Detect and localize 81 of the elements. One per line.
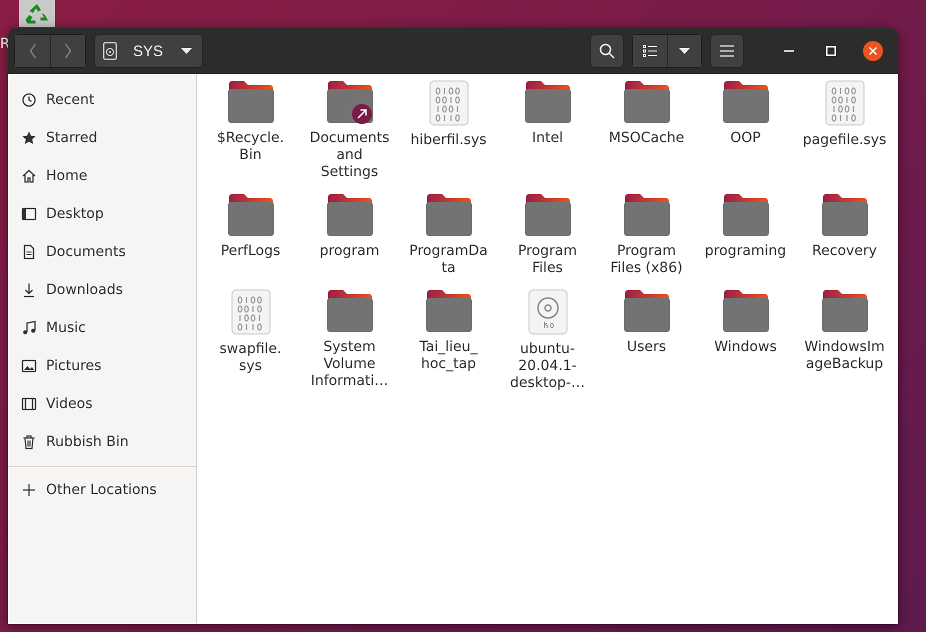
- sidebar-item[interactable]: Recent: [8, 81, 196, 119]
- trash-icon: [21, 434, 37, 450]
- file-name[interactable]: programing: [704, 243, 786, 260]
- star-icon: [21, 130, 37, 146]
- document-icon: [21, 244, 37, 260]
- folder-shortcut-icon: [326, 80, 374, 124]
- minimize-icon: [784, 50, 794, 52]
- maximize-icon: [826, 46, 836, 56]
- view-options-button[interactable]: [667, 35, 701, 67]
- file-name[interactable]: program: [320, 243, 380, 260]
- dropdown-icon: [181, 48, 192, 54]
- file-name[interactable]: Program Files (x86): [610, 243, 683, 277]
- music-icon: [21, 320, 37, 336]
- folder-icon: [226, 80, 274, 124]
- sidebar-item[interactable]: Videos: [8, 385, 196, 423]
- search-button[interactable]: [590, 34, 624, 68]
- folder-icon: [226, 193, 274, 237]
- chevron-right-icon: [64, 43, 72, 59]
- disc-image-icon: [528, 289, 568, 335]
- search-icon: [599, 43, 615, 59]
- sidebar-item[interactable]: Desktop: [8, 195, 196, 233]
- folder-icon: [524, 80, 572, 124]
- file-name[interactable]: ubuntu- 20.04.1- desktop-…: [510, 341, 585, 392]
- folder-icon: [424, 289, 472, 333]
- sidebar-item[interactable]: Pictures: [8, 347, 196, 385]
- file-name[interactable]: System Volume Informati…: [310, 339, 388, 390]
- binary-file-icon: [824, 80, 864, 126]
- file-name[interactable]: Intel: [532, 130, 563, 147]
- folder-icon: [722, 289, 770, 333]
- list-icon: [643, 45, 657, 57]
- recycle-icon[interactable]: [19, 0, 55, 27]
- drive-icon: [103, 42, 117, 60]
- folder-icon: [722, 80, 770, 124]
- sidebar-item[interactable]: Music: [8, 309, 196, 347]
- file-name[interactable]: PerfLogs: [220, 243, 280, 260]
- file-name[interactable]: OOP: [730, 130, 761, 147]
- file-name[interactable]: MSOCache: [608, 130, 684, 147]
- desktop-icon-label: R: [0, 36, 10, 52]
- file-name[interactable]: ProgramDa ta: [409, 243, 488, 277]
- sidebar-item[interactable]: Downloads: [8, 271, 196, 309]
- folder-icon: [524, 193, 572, 237]
- folder-icon: [424, 193, 472, 237]
- menu-button[interactable]: [710, 34, 744, 68]
- sidebar-item[interactable]: Home: [8, 157, 196, 195]
- plus-icon: [21, 482, 37, 498]
- clock-icon: [21, 92, 37, 108]
- location-button[interactable]: SYS: [94, 34, 204, 68]
- close-icon: [863, 41, 883, 61]
- menu-icon: [720, 45, 734, 57]
- sidebar-item[interactable]: Starred: [8, 119, 196, 157]
- file-name[interactable]: $Recycle. Bin: [216, 130, 284, 164]
- folder-icon: [820, 193, 868, 237]
- folder-icon: [326, 193, 374, 237]
- file-name[interactable]: hiberfil.sys: [410, 132, 487, 149]
- binary-file-icon: [230, 289, 270, 335]
- chevron-left-icon: [28, 43, 36, 59]
- file-name[interactable]: swapfile. sys: [220, 341, 282, 375]
- file-name[interactable]: Windows: [714, 339, 777, 356]
- file-name[interactable]: Documents and Settings: [310, 130, 390, 181]
- binary-file-icon: [428, 80, 468, 126]
- folder-icon: [622, 289, 670, 333]
- video-icon: [21, 396, 37, 412]
- sidebar-item[interactable]: Documents: [8, 233, 196, 271]
- file-name[interactable]: Recovery: [812, 243, 877, 260]
- sidebar-item[interactable]: Other Locations: [8, 471, 196, 509]
- folder-icon: [820, 289, 868, 333]
- file-name[interactable]: Tai_lieu_ hoc_tap: [420, 339, 478, 373]
- picture-icon: [21, 358, 37, 374]
- home-icon: [21, 168, 37, 184]
- file-name[interactable]: Users: [626, 339, 666, 356]
- folder-icon: [326, 289, 374, 333]
- folder-icon: [622, 193, 670, 237]
- folder-icon: [622, 80, 670, 124]
- file-name[interactable]: pagefile.sys: [802, 132, 886, 149]
- file-name[interactable]: WindowsIm ageBackup: [804, 339, 885, 373]
- file-name[interactable]: Program Files: [518, 243, 578, 277]
- desktop-icon: [21, 206, 37, 222]
- sidebar-item[interactable]: Rubbish Bin: [8, 423, 196, 461]
- download-icon: [21, 282, 37, 298]
- folder-icon: [722, 193, 770, 237]
- dropdown-icon: [679, 48, 690, 54]
